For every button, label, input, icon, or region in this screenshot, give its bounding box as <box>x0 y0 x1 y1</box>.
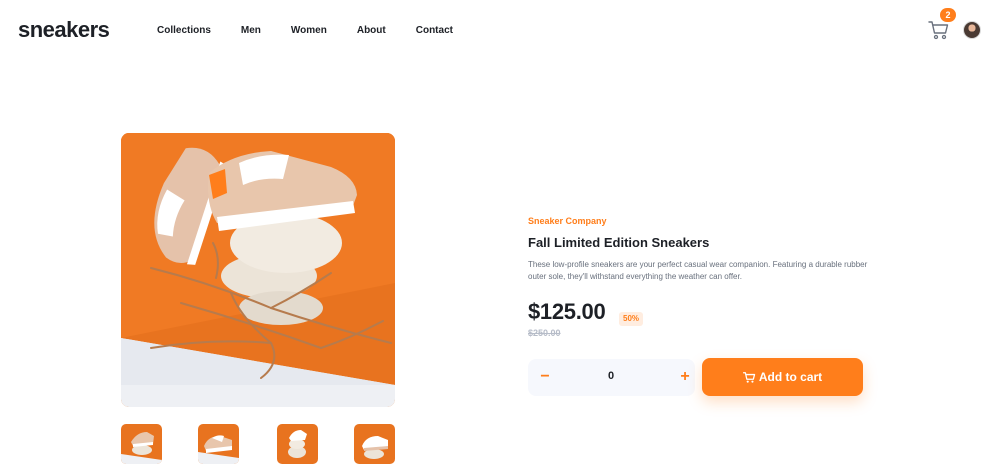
logo[interactable]: sneakers <box>18 17 110 43</box>
product-title: Fall Limited Edition Sneakers <box>528 235 710 250</box>
main-product-image[interactable] <box>121 133 395 407</box>
nav-women[interactable]: Women <box>291 25 327 36</box>
quantity-value: 0 <box>607 370 615 382</box>
company-name: Sneaker Company <box>528 216 607 226</box>
cart-count-badge: 2 <box>940 8 956 22</box>
nav-about[interactable]: About <box>357 25 386 36</box>
current-price: $125.00 <box>528 299 606 324</box>
thumbnail-row <box>121 424 395 464</box>
add-to-cart-label: Add to cart <box>758 370 823 384</box>
discount-badge: 50% <box>619 312 644 326</box>
product-description: These low-profile sneakers are your perf… <box>528 260 868 281</box>
avatar[interactable] <box>963 21 981 39</box>
thumbnail-2[interactable] <box>198 424 239 464</box>
original-price: $250.00 <box>528 328 561 338</box>
add-to-cart-button[interactable]: Add to cart <box>702 358 863 396</box>
nav-men[interactable]: Men <box>241 25 261 36</box>
main-nav: Collections Men Women About Contact <box>157 25 483 36</box>
nav-collections[interactable]: Collections <box>157 25 211 36</box>
decrease-quantity-button[interactable]: − <box>538 367 552 387</box>
thumbnail-3[interactable] <box>277 424 318 464</box>
nav-contact[interactable]: Contact <box>416 25 453 36</box>
thumbnail-4[interactable] <box>354 424 395 464</box>
cart-icon <box>742 371 756 384</box>
header: sneakers Collections Men Women About Con… <box>0 0 1000 62</box>
increase-quantity-button[interactable]: + <box>678 367 692 387</box>
thumbnail-1[interactable] <box>121 424 162 464</box>
cart-icon[interactable] <box>928 19 950 41</box>
quantity-stepper: − 0 + <box>528 359 695 396</box>
